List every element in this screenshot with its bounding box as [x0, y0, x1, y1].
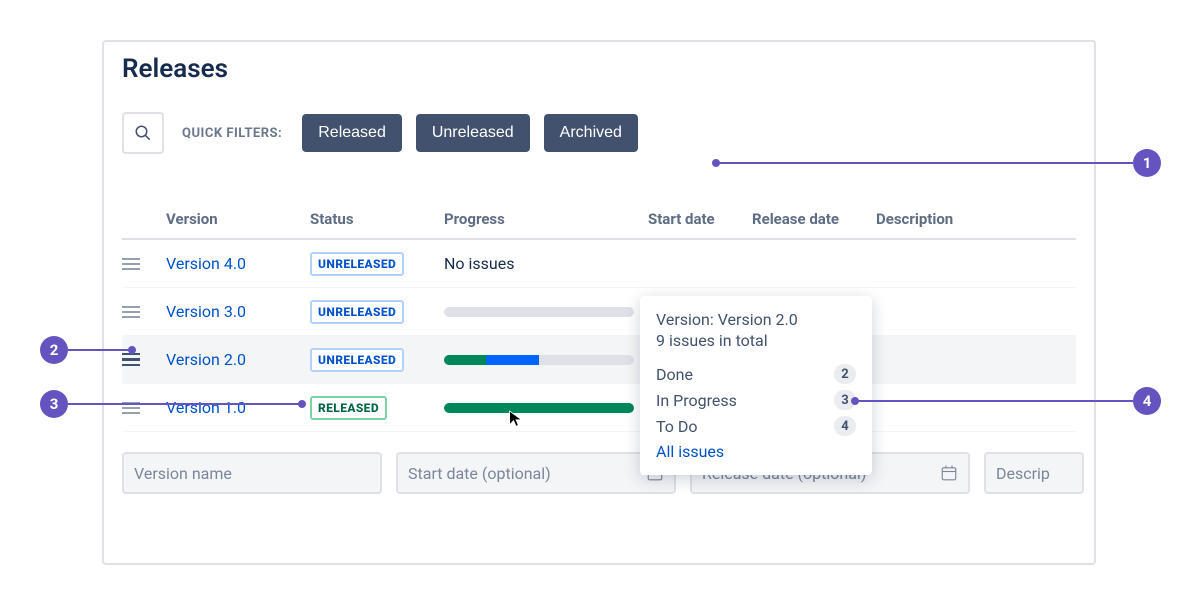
- drag-handle-icon[interactable]: [122, 353, 140, 367]
- calendar-icon: [940, 464, 958, 482]
- annotation-dot: [712, 159, 720, 167]
- start-date-input[interactable]: Start date (optional): [396, 452, 676, 494]
- col-version: Version: [166, 210, 306, 228]
- table-row[interactable]: Version 1.0 RELEASED: [122, 384, 1076, 432]
- table-header: Version Status Progress Start date Relea…: [122, 210, 1076, 240]
- mouse-cursor-icon: [508, 409, 524, 429]
- popover-subtitle: 9 issues in total: [656, 331, 856, 350]
- annotation-line: [68, 403, 300, 405]
- search-icon: [134, 124, 152, 142]
- drag-handle-icon[interactable]: [122, 306, 140, 318]
- col-release-date: Release date: [752, 210, 872, 228]
- popover-row-label: To Do: [656, 417, 698, 436]
- filter-released[interactable]: Released: [302, 114, 402, 152]
- table-row[interactable]: Version 4.0 UNRELEASED No issues: [122, 240, 1076, 288]
- versions-table: Version Status Progress Start date Relea…: [122, 210, 1076, 494]
- filter-archived[interactable]: Archived: [544, 114, 638, 152]
- annotation-dot: [851, 397, 859, 405]
- create-version-row: Version name Start date (optional) Relea…: [122, 452, 1076, 494]
- annotation-line: [854, 400, 1133, 402]
- progress-bar[interactable]: [444, 307, 634, 317]
- status-badge: UNRELEASED: [310, 348, 404, 372]
- table-row[interactable]: Version 3.0 UNRELEASED: [122, 288, 1076, 336]
- description-input[interactable]: Descrip: [984, 452, 1084, 494]
- annotation-3: 3: [40, 390, 68, 418]
- progress-bar[interactable]: [444, 403, 634, 413]
- placeholder: Version name: [134, 464, 232, 483]
- quick-filter-bar: QUICK FILTERS: Released Unreleased Archi…: [122, 112, 1076, 154]
- annotation-2: 2: [40, 336, 68, 364]
- version-link[interactable]: Version 3.0: [166, 302, 306, 321]
- popover-row-count: 2: [834, 364, 856, 384]
- annotation-line: [715, 162, 1133, 164]
- col-status: Status: [310, 210, 440, 228]
- version-link[interactable]: Version 1.0: [166, 398, 306, 417]
- search-button[interactable]: [122, 112, 164, 154]
- col-start-date: Start date: [648, 210, 748, 228]
- all-issues-link[interactable]: All issues: [656, 442, 856, 461]
- version-link[interactable]: Version 2.0: [166, 350, 306, 369]
- popover-title: Version: Version 2.0: [656, 310, 856, 329]
- progress-text: No issues: [444, 254, 644, 273]
- placeholder: Descrip: [996, 464, 1050, 483]
- popover-row-count: 4: [834, 416, 856, 436]
- popover-row: Done 2: [656, 364, 856, 384]
- drag-handle-icon[interactable]: [122, 258, 140, 270]
- progress-popover: Version: Version 2.0 9 issues in total D…: [640, 296, 872, 475]
- version-name-input[interactable]: Version name: [122, 452, 382, 494]
- status-badge: UNRELEASED: [310, 300, 404, 324]
- col-description: Description: [876, 210, 996, 228]
- popover-row-label: Done: [656, 365, 693, 384]
- annotation-1: 1: [1133, 149, 1161, 177]
- table-row[interactable]: Version 2.0 UNRELEASED: [122, 336, 1076, 384]
- filter-unreleased[interactable]: Unreleased: [416, 114, 530, 152]
- annotation-dot: [128, 346, 136, 354]
- page-title: Releases: [122, 54, 1076, 84]
- status-badge: UNRELEASED: [310, 252, 404, 276]
- quick-filters-label: QUICK FILTERS:: [182, 126, 282, 141]
- col-progress: Progress: [444, 210, 644, 228]
- releases-panel: Releases QUICK FILTERS: Released Unrelea…: [102, 40, 1096, 565]
- annotation-line: [68, 349, 130, 351]
- popover-row: In Progress 3: [656, 390, 856, 410]
- annotation-4: 4: [1133, 387, 1161, 415]
- status-badge: RELEASED: [310, 396, 387, 420]
- popover-row-label: In Progress: [656, 391, 737, 410]
- annotation-dot: [298, 400, 306, 408]
- popover-row: To Do 4: [656, 416, 856, 436]
- progress-bar[interactable]: [444, 355, 634, 365]
- version-link[interactable]: Version 4.0: [166, 254, 306, 273]
- placeholder: Start date (optional): [408, 464, 551, 483]
